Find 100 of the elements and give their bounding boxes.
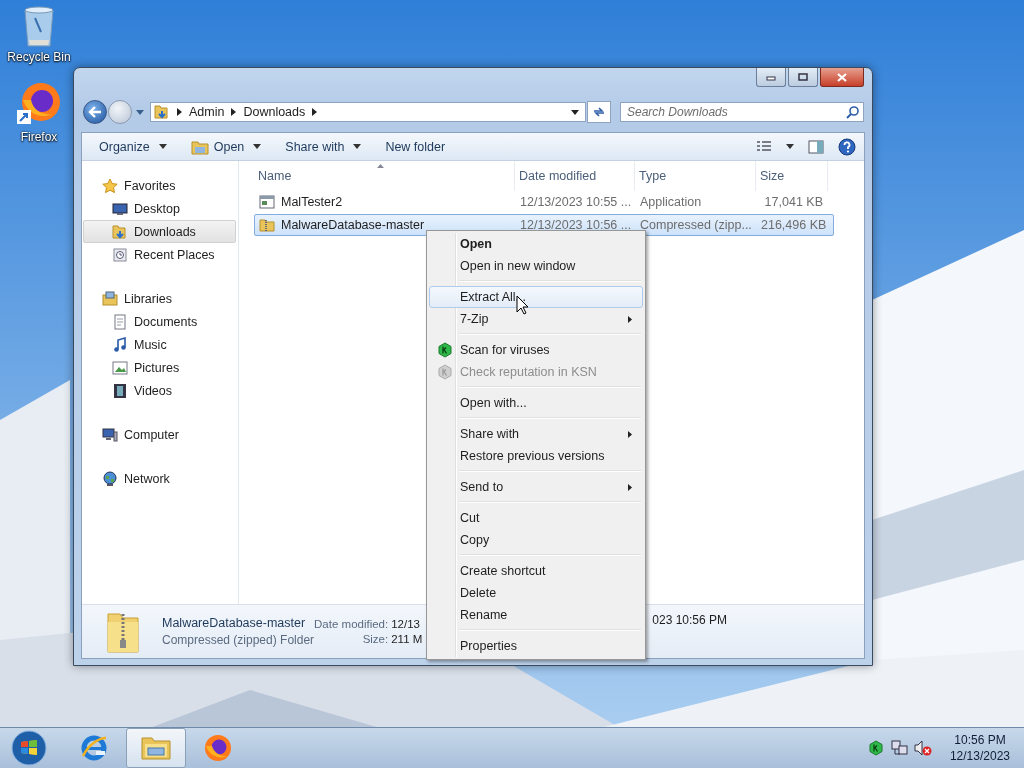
menu-item[interactable]: Restore previous versions xyxy=(429,445,643,467)
help-icon[interactable] xyxy=(838,137,856,156)
menu-item[interactable]: 7-Zip xyxy=(429,308,643,330)
menu-item[interactable]: Rename xyxy=(429,604,643,626)
menu-item[interactable]: Delete xyxy=(429,582,643,604)
monitor-icon xyxy=(112,200,128,217)
chevron-right-icon xyxy=(312,108,318,116)
preview-pane-icon[interactable] xyxy=(808,139,824,154)
view-list-icon[interactable] xyxy=(756,139,772,154)
hexagon-icon[interactable] xyxy=(867,740,884,756)
computer-icon xyxy=(102,426,118,443)
nav-item[interactable]: Music xyxy=(83,333,236,356)
file-type: Compressed (zipped) Folder xyxy=(162,633,315,647)
folder-icon xyxy=(190,138,209,155)
hexagon-icon xyxy=(437,342,453,358)
speaker-muted-icon[interactable] xyxy=(913,740,932,756)
library-icon xyxy=(102,290,118,307)
minimize-button[interactable] xyxy=(756,68,786,87)
menu-item[interactable]: Cut xyxy=(429,507,643,529)
file-name: MalTester2 xyxy=(281,195,343,209)
recycle-bin-icon[interactable] xyxy=(21,4,57,48)
search-icon[interactable] xyxy=(846,106,859,119)
toolbar-button[interactable]: Organize xyxy=(92,136,174,157)
address-field[interactable]: Admin Downloads xyxy=(150,102,586,122)
menu-item[interactable]: Extract All... xyxy=(429,286,643,308)
nav-item[interactable]: Network xyxy=(83,467,236,490)
film-icon xyxy=(112,382,128,399)
date-cell-text: 12/13/2023 10:55 ... xyxy=(519,195,633,209)
caret-down-icon[interactable] xyxy=(571,109,579,115)
column-header[interactable]: Size xyxy=(756,161,828,191)
toolbar-button[interactable]: New folder xyxy=(378,136,453,157)
nav-item[interactable]: Desktop xyxy=(83,197,236,220)
caret-down-icon[interactable] xyxy=(786,144,794,149)
clock-date: 12/13/2023 xyxy=(949,748,1010,764)
nav-item[interactable]: Documents xyxy=(83,310,236,333)
zip-folder-icon xyxy=(259,217,275,233)
refresh-button[interactable] xyxy=(587,101,611,123)
nav-item[interactable]: Videos xyxy=(83,379,236,402)
star-icon xyxy=(102,177,118,194)
search-field[interactable]: Search Downloads xyxy=(620,102,864,122)
property-label: Size: xyxy=(362,633,389,645)
browser-e-icon xyxy=(80,734,108,762)
maximize-button[interactable] xyxy=(788,68,818,87)
breadcrumb[interactable]: Downloads xyxy=(243,105,306,119)
column-header[interactable]: Type xyxy=(635,161,756,191)
menu-item[interactable]: Share with xyxy=(429,423,643,445)
menu-item[interactable]: Properties xyxy=(429,635,643,657)
clock[interactable]: 10:56 PM 12/13/2023 xyxy=(949,732,1010,764)
property-label: Date modified: xyxy=(314,618,389,630)
arrow-left-icon xyxy=(88,106,102,118)
property-value: 12/13 xyxy=(391,618,421,630)
document-icon xyxy=(112,313,128,330)
property-value: 023 10:56 PM xyxy=(652,613,728,627)
sort-arrow-icon xyxy=(377,164,384,168)
file-row[interactable]: MalTester2 12/13/2023 10:55 ... Application 17,041 KB xyxy=(254,191,834,213)
hexagon-icon xyxy=(437,364,453,380)
menu-item[interactable]: Scan for viruses xyxy=(429,339,643,361)
type-cell-text: Compressed (zipp... xyxy=(639,218,753,232)
column-header[interactable]: Name xyxy=(254,161,515,191)
music-note-icon xyxy=(112,336,128,353)
column-header[interactable]: Date modified xyxy=(515,161,635,191)
nav-item[interactable]: Recent Places xyxy=(83,243,236,266)
nav-item[interactable]: Downloads xyxy=(83,220,236,243)
file-name: MalwareDatabase-master xyxy=(281,218,425,232)
minimize-icon xyxy=(766,73,776,81)
back-button[interactable] xyxy=(83,100,107,124)
network-icon[interactable] xyxy=(889,740,908,756)
menu-item[interactable]: Open in new window xyxy=(429,255,643,277)
globe-icon xyxy=(102,470,118,487)
icon-label[interactable]: Recycle Bin xyxy=(7,50,71,64)
menu-item[interactable]: Open xyxy=(429,233,643,255)
menu-item[interactable]: Copy xyxy=(429,529,643,551)
close-icon xyxy=(837,72,847,82)
property-value: 211 M xyxy=(391,633,423,645)
toolbar-button[interactable]: Open xyxy=(183,135,269,158)
nav-item[interactable]: Favorites xyxy=(83,174,236,197)
chevron-right-icon xyxy=(231,108,237,116)
firefox-icon xyxy=(203,733,233,763)
size-cell-text: 17,041 KB xyxy=(763,195,824,209)
nav-item[interactable]: Libraries xyxy=(83,287,236,310)
toolbar-button[interactable]: Share with xyxy=(278,136,369,157)
maximize-icon xyxy=(798,73,808,81)
refresh-icon xyxy=(592,106,606,118)
nav-item[interactable]: Computer xyxy=(83,423,236,446)
application-window-icon xyxy=(259,194,275,210)
nav-item[interactable]: Pictures xyxy=(83,356,236,379)
windows-logo-icon xyxy=(11,730,47,766)
menu-item[interactable]: Create shortcut xyxy=(429,560,643,582)
clock-window-icon xyxy=(112,246,128,263)
folder-icon xyxy=(154,104,170,120)
file-row[interactable]: MalwareDatabase-master 12/13/2023 10:56 ... Compressed (zipp... 216,496 KB xyxy=(254,214,834,236)
date-cell-text: 12/13/2023 10:56 ... xyxy=(519,218,633,232)
breadcrumb[interactable]: Admin xyxy=(189,105,225,119)
menu-item[interactable]: Open with... xyxy=(429,392,643,414)
clock-time: 10:56 PM xyxy=(953,732,1007,748)
chevron-right-icon xyxy=(177,108,182,116)
type-cell-text: Application xyxy=(639,195,703,209)
close-button[interactable] xyxy=(820,68,864,87)
file-name: MalwareDatabase-master xyxy=(162,616,307,630)
menu-item[interactable]: Send to xyxy=(429,476,643,498)
